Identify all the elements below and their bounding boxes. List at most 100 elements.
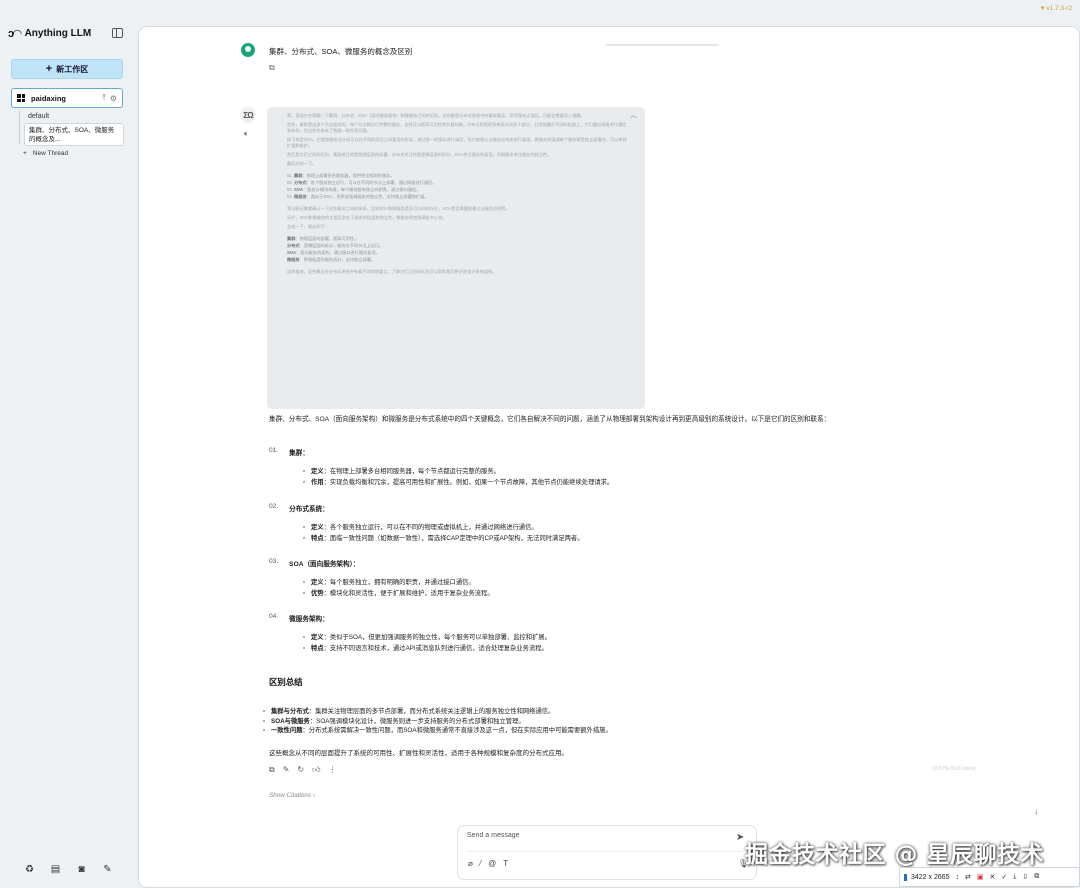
copy-icon[interactable]: ⧉ [269, 63, 275, 73]
summary-item: 集群与分布式：集群关注物理层面的多节点部署，而分布式系统关注逻辑上的服务独立性和… [263, 707, 612, 717]
docs-book-icon[interactable]: ▤ [50, 864, 61, 875]
sidebar-footer: ♻ ▤ ◙ ✎ [24, 864, 113, 875]
agent-at-icon[interactable]: @ [488, 859, 496, 868]
version-badge[interactable]: ♥ v1.7.3-r2 [1041, 5, 1072, 12]
swap-icon[interactable]: ⇄ [965, 873, 971, 881]
mosaic-icon[interactable]: ▣ [977, 873, 984, 881]
message-composer: ➤ ⌀ ⁄ @ T 🎙︎ [457, 825, 757, 880]
summary-list: 集群与分布式：集群关注物理层面的多节点部署，而分布式系统关注逻辑上的服务独立性和… [263, 707, 612, 736]
save-icon[interactable]: ⤓ [1013, 873, 1016, 881]
section-item: 特点：面临一致性问题（如数据一致性），需选择CAP定理中的CP或AP架构，无法同… [303, 534, 584, 545]
workspace-item[interactable]: paidaxing ⤒ ⚙ [11, 88, 123, 108]
close-icon[interactable]: ✕ [990, 873, 996, 881]
resize-icon[interactable]: ↕ [956, 874, 960, 881]
chevron-up-icon[interactable]: ︿ [630, 110, 637, 120]
thought-paragraph: 我可能还需要确认一下这些概念之间的关系，比如SOA和微服务是否可以同时存在，SO… [287, 206, 510, 211]
version-text: v1.7.3-r2 [1046, 5, 1072, 12]
watermark: 掘金技术社区 @ 星辰聊技术 [745, 842, 1045, 868]
user-message: 集群、分布式、SOA、微服务的概念及区别 [269, 47, 413, 56]
answer-section: 02. 分布式系统： 定义：各个服务独立运行，可以在不同的物理或虚拟机上，并通过网… [269, 503, 584, 544]
thought-paragraph: 另外，SOA和微服务的主要区别在于服务的粒度和独立性，微服务更加强调去中心化。 [287, 215, 447, 220]
summary-heading: 区别总结 [269, 677, 303, 687]
message-actions: ⧉ ✎ ↻ 👍︎ ⋮ [269, 765, 337, 775]
assistant-avatar: ΣΩ [240, 107, 256, 123]
upload-icon[interactable]: ⤒ [102, 93, 106, 103]
user-avatar [241, 43, 255, 57]
section-number: 03. [269, 558, 279, 565]
top-drag-handle [605, 44, 719, 46]
token-metrics: 03.87% (9.60 tok/s) [932, 766, 976, 772]
section-item: 定义：类似于SOA，但更加强调服务的独立性，每个服务可以单独部署、监控和扩展。 [303, 633, 551, 644]
more-icon[interactable]: ⋮ [329, 765, 337, 775]
answer-section: 01. 集群： 定义：在物理上部署多台相同服务器，每个节点都运行完整的服务。 作用… [269, 447, 613, 488]
thought-paragraph: 这样看来，这些概念在分布式系统中有着不同的侧重点，了解它们之间的区别可以帮助我们… [287, 269, 497, 274]
thought-block: ︿ 嗯，我现在在理解一下集群、分布式、SOA（面向服务架构）和微服务之间的区别。… [267, 107, 645, 409]
speaker-icon[interactable]: 🔈︎ [244, 129, 249, 139]
sidebar: ↄ◠ Anything LLM + 新工作区 paidaxing ⤒ ⚙ def… [0, 0, 134, 888]
thread-item-default[interactable]: default [28, 113, 49, 120]
regenerate-icon[interactable]: ↻ [297, 765, 304, 775]
scroll-down-icon[interactable]: ↓ [1034, 806, 1039, 816]
show-citations-link[interactable]: Show Citations › [269, 792, 315, 799]
new-workspace-label: 新工作区 [56, 64, 89, 74]
wrench-icon[interactable]: ✎ [102, 864, 113, 875]
attachment-icon[interactable]: ⌀ [468, 859, 473, 868]
discord-icon[interactable]: ◙ [76, 864, 87, 875]
thought-summary-item: 分布式：逻辑层面的拆分，服务在不同节点上运行。 [287, 243, 384, 248]
plus-icon: + [45, 62, 53, 75]
thread-tree-line [19, 110, 20, 144]
capture-dimensions: 3422 x 2665 [904, 873, 950, 881]
answer-closing: 这些概念从不同的层面提升了系统的可用性、扩展性和灵活性，适用于各种规模和复杂度的… [269, 750, 568, 757]
answer-section: 03. SOA（面向服务架构）： 定义：每个服务独立，拥有明确的职责，并通过接口通… [269, 558, 494, 599]
thought-paragraph: 首先，集群是由多个节点组成的，每个节点都运行完整的服务，这样可以提高可用性和负载… [287, 122, 627, 133]
section-item: 定义：在物理上部署多台相同服务器，每个节点都运行完整的服务。 [303, 467, 613, 478]
screenshot-toolbar: 3422 x 2665 ↕ ⇄ ▣ ✕ ✓ ⤓ ⇩ ⧉ [899, 867, 1080, 887]
thought-paragraph: 总结一下，概念如下： [287, 224, 329, 229]
send-icon[interactable]: ➤ [736, 832, 744, 843]
thought-list-item: 02. 分布式：各个服务独立运行，可以在不同的节点上部署，通过网络进行通信。 [287, 180, 437, 185]
answer-section: 04. 微服务架构： 定义：类似于SOA，但更加强调服务的独立性，每个服务可以单独… [269, 613, 551, 654]
download-icon[interactable]: ⇩ [1022, 873, 1028, 881]
edit-pencil-icon[interactable]: ✎ [283, 765, 290, 775]
section-title: 微服务架构： [289, 616, 329, 623]
thought-list-item: 03. SOA：服务分模块构建，每个模块都有独立的职责，通过接口通信。 [287, 187, 421, 192]
thought-paragraph: 然后是它们之间的区别，集群关注的是物理层面的部署，分布式关注的是逻辑层面的拆分，… [287, 152, 552, 157]
section-title: 分布式系统： [289, 506, 329, 513]
slash-command-icon[interactable]: ⁄ [480, 859, 481, 868]
sidebar-toggle-icon[interactable] [112, 28, 123, 38]
section-title: SOA（面向服务架构）： [289, 561, 360, 568]
workspace-grid-icon [17, 94, 25, 102]
thumbs-up-icon[interactable]: 👍︎ [312, 765, 320, 775]
thought-summary-item: SOA：面向服务的架构，通过接口进行服务复用。 [287, 250, 380, 255]
answer-intro: 集群、分布式、SOA（面向服务架构）和微服务是分布式系统中的四个关键概念，它们各… [269, 416, 831, 423]
app-logo: ↄ◠ Anything LLM [8, 27, 91, 40]
workspace-name: paidaxing [31, 93, 67, 103]
thread-item-active[interactable]: 集群、分布式、SOA、微服务的概念及... [24, 123, 124, 146]
new-thread-label: New Thread [32, 150, 69, 157]
section-title: 集群： [289, 450, 309, 457]
section-item: 特点：支持不同语言和技术，通过API或消息队列进行通信，适合处理复杂业务流程。 [303, 644, 551, 655]
new-thread-button[interactable]: + New Thread [23, 150, 68, 157]
app-name: Anything LLM [24, 28, 92, 39]
text-size-icon[interactable]: T [503, 859, 508, 868]
section-item: 定义：各个服务独立运行，可以在不同的物理或虚拟机上，并通过网络进行通信。 [303, 523, 584, 534]
section-item: 定义：每个服务独立，拥有明确的职责，并通过接口通信。 [303, 578, 494, 589]
summary-item: 一致性问题：分布式系统需解决一致性问题，而SOA和微服务通常不直接涉及这一点，但… [263, 726, 612, 736]
thought-list-item: 04. 微服务：类似于SOA，但更加强调服务的独立性，支持独立部署和扩展。 [287, 194, 429, 199]
composer-tools: ⌀ ⁄ @ T [468, 859, 508, 868]
copy-icon[interactable]: ⧉ [269, 765, 275, 775]
thought-paragraph: 嗯，我现在在理解一下集群、分布式、SOA（面向服务架构）和微服务之间的区别。这些… [287, 113, 585, 118]
thought-summary-item: 微服务：更细粒度的服务拆分，支持独立部署。 [287, 257, 375, 262]
community-icon[interactable]: ♻ [24, 864, 35, 875]
thought-list-item: 01. 集群：物理上部署多台服务器，提供完全相同的服务。 [287, 173, 395, 178]
copy-icon[interactable]: ⧉ [1034, 873, 1039, 881]
logo-mark-icon: ↄ◠ [8, 28, 22, 40]
plus-icon: + [23, 150, 27, 157]
new-workspace-button[interactable]: + 新工作区 [11, 59, 123, 79]
message-input[interactable] [467, 832, 707, 839]
pin-icon[interactable]: ✓ [1001, 873, 1007, 881]
thought-list: 01. 集群：物理上部署多台服务器，提供完全相同的服务。 02. 分布式：各个服… [287, 172, 629, 200]
gear-icon[interactable]: ⚙ [110, 94, 117, 103]
summary-item: SOA与微服务：SOA强调模块化设计，微服务则进一步支持服务的分布式部署和独立管… [263, 717, 612, 727]
section-item: 作用：实现负载均衡和冗余，提高可用性和扩展性。例如，如果一个节点故障，其他节点仍… [303, 478, 613, 489]
